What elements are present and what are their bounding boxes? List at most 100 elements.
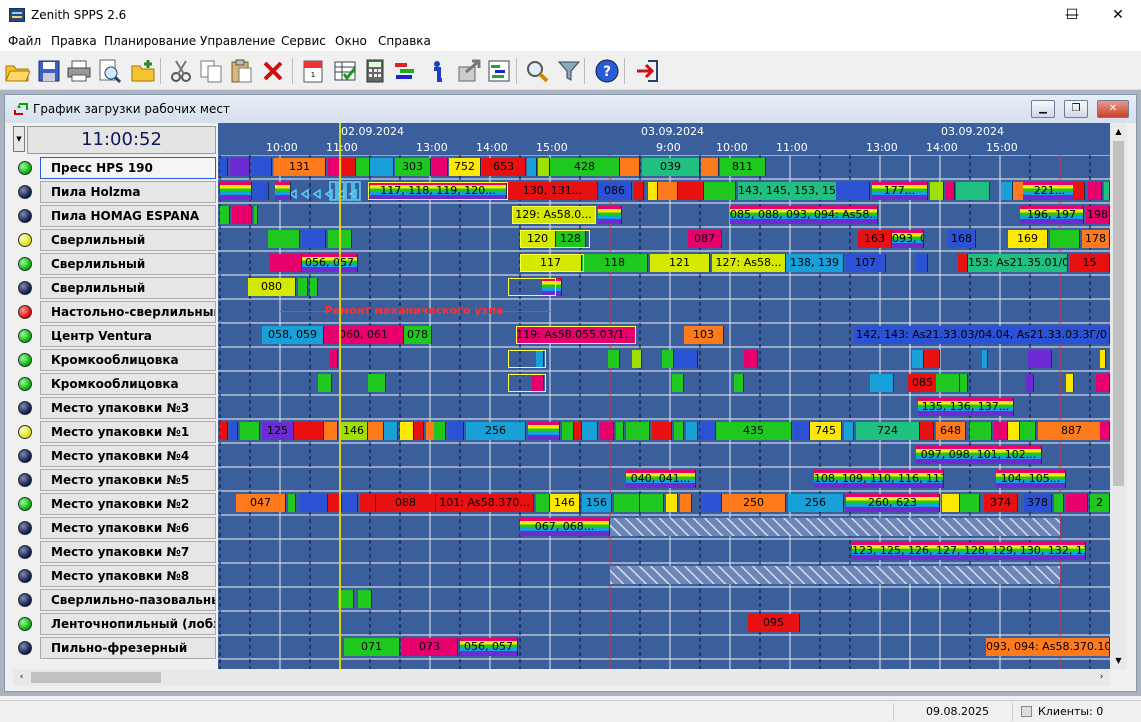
task-bar[interactable]: 047: [236, 494, 286, 512]
task-bar[interactable]: [1028, 350, 1052, 368]
task-bar[interactable]: 129: As58.0...: [512, 206, 596, 224]
task-bar[interactable]: [414, 422, 424, 440]
resource-row[interactable]: Пресс HPS 190: [13, 156, 217, 180]
task-bar[interactable]: [744, 350, 758, 368]
task-bar[interactable]: [960, 494, 980, 512]
task-bar[interactable]: [960, 374, 968, 392]
task-bar[interactable]: [700, 422, 716, 440]
resource-name[interactable]: Пресс HPS 190: [40, 157, 216, 179]
task-bar[interactable]: [384, 422, 398, 440]
task-bar[interactable]: 146: [340, 422, 368, 440]
task-bar[interactable]: [275, 182, 291, 200]
task-bar[interactable]: [870, 374, 894, 392]
resource-name[interactable]: Место упаковки №5: [40, 469, 216, 491]
resource-row[interactable]: Место упаковки №3: [13, 396, 217, 420]
task-bar[interactable]: 256: [466, 422, 526, 440]
task-bar[interactable]: [220, 422, 228, 440]
task-bar[interactable]: 752: [449, 158, 481, 176]
task-bar[interactable]: 118: [582, 254, 648, 272]
task-bar[interactable]: [1008, 422, 1020, 440]
task-bar[interactable]: [288, 494, 296, 512]
resource-name[interactable]: Место упаковки №4: [40, 445, 216, 467]
task-bar[interactable]: [674, 422, 684, 440]
menu-planning[interactable]: Планирование: [104, 34, 196, 48]
horizontal-scrollbar[interactable]: ‹ ›: [13, 669, 1110, 686]
task-bar[interactable]: [958, 254, 968, 272]
task-bar[interactable]: [794, 422, 810, 440]
task-bar[interactable]: 119: As58.055.03/1...: [516, 326, 636, 344]
task-bar[interactable]: [912, 350, 924, 368]
task-bar[interactable]: 117, 118, 119, 120...: [370, 182, 507, 200]
task-bar[interactable]: 142, 143: As21.33.03/04.04, As21.33.03.3…: [854, 326, 1110, 344]
resource-row[interactable]: Сверлильный: [13, 252, 217, 276]
resource-name[interactable]: Пила HOMAG ESPANA: [40, 205, 216, 227]
task-bar[interactable]: [634, 182, 644, 200]
task-bar[interactable]: 168: [948, 230, 976, 248]
export-icon[interactable]: [456, 58, 482, 84]
task-bar[interactable]: 138, 139: [786, 254, 844, 272]
task-bar[interactable]: 085, 088, 093, 094: As58...: [730, 206, 878, 224]
task-bar[interactable]: [616, 422, 624, 440]
task-bar[interactable]: [916, 254, 928, 272]
task-bar[interactable]: [620, 158, 640, 176]
task-bar[interactable]: 107: [846, 254, 886, 272]
resource-row[interactable]: Место упаковки №2: [13, 492, 217, 516]
task-bar[interactable]: [640, 494, 664, 512]
menu-edit[interactable]: Правка: [51, 34, 97, 48]
task-bar[interactable]: [614, 494, 640, 512]
task-bar[interactable]: [680, 494, 692, 512]
task-bar[interactable]: [994, 422, 1008, 440]
task-bar[interactable]: [330, 350, 338, 368]
resource-name[interactable]: Место упаковки №7: [40, 541, 216, 563]
task-bar[interactable]: [734, 374, 744, 392]
task-bar[interactable]: [1100, 350, 1106, 368]
task-bar[interactable]: 653: [482, 158, 526, 176]
task-bar[interactable]: [1026, 374, 1034, 392]
task-bar[interactable]: [253, 182, 269, 200]
task-bar[interactable]: [220, 158, 228, 176]
task-bar[interactable]: [358, 590, 372, 608]
save-icon[interactable]: [36, 58, 62, 84]
task-bar[interactable]: 163: [858, 230, 892, 248]
menu-help[interactable]: Справка: [378, 34, 431, 48]
menu-window[interactable]: Окно: [335, 34, 367, 48]
maximize-button[interactable]: ☐: [1049, 0, 1095, 31]
print-preview-icon[interactable]: [96, 58, 122, 84]
resource-row[interactable]: Пила Holzma: [13, 180, 217, 204]
task-bar[interactable]: 130, 131...: [508, 182, 598, 200]
task-bar[interactable]: [1066, 374, 1074, 392]
task-bar[interactable]: 080: [248, 278, 296, 296]
schedule-icon[interactable]: [486, 58, 512, 84]
task-bar[interactable]: [936, 374, 960, 392]
task-bar[interactable]: 143, 145, 153, 154...: [738, 182, 838, 200]
task-bar[interactable]: [268, 230, 300, 248]
resource-row[interactable]: Сверлильно-пазовальный: [13, 588, 217, 612]
task-bar[interactable]: 086: [598, 182, 632, 200]
task-bar[interactable]: [1073, 182, 1085, 200]
task-bar[interactable]: [254, 206, 258, 224]
task-bar[interactable]: [294, 422, 324, 440]
task-bar[interactable]: 146: [550, 494, 580, 512]
task-bar[interactable]: 039: [642, 158, 700, 176]
task-bar[interactable]: [1001, 182, 1013, 200]
menu-control[interactable]: Управление: [200, 34, 275, 48]
task-bar[interactable]: [662, 350, 674, 368]
task-bar[interactable]: [942, 494, 960, 512]
task-bar[interactable]: 196, 197: [1020, 206, 1084, 224]
task-bar[interactable]: [1088, 182, 1102, 200]
task-bar[interactable]: [324, 422, 338, 440]
task-bar[interactable]: 073: [402, 638, 458, 656]
task-bar[interactable]: [1096, 374, 1110, 392]
help-icon[interactable]: ?: [594, 58, 620, 84]
checklist-icon[interactable]: [332, 58, 358, 84]
task-bar[interactable]: 128: [556, 230, 586, 248]
task-bar[interactable]: [302, 230, 326, 248]
resource-name[interactable]: Кромкооблицовка: [40, 349, 216, 371]
task-bar[interactable]: [252, 158, 272, 176]
task-bar[interactable]: 127: As58...: [712, 254, 786, 272]
task-bar[interactable]: 108, 109, 110, 116, 117...: [814, 470, 944, 488]
task-bar[interactable]: [536, 350, 544, 368]
child-minimize-button[interactable]: ▁: [1031, 100, 1055, 118]
resource-row[interactable]: Ленточнопильный (лобз...: [13, 612, 217, 636]
resource-row[interactable]: Центр Ventura: [13, 324, 217, 348]
